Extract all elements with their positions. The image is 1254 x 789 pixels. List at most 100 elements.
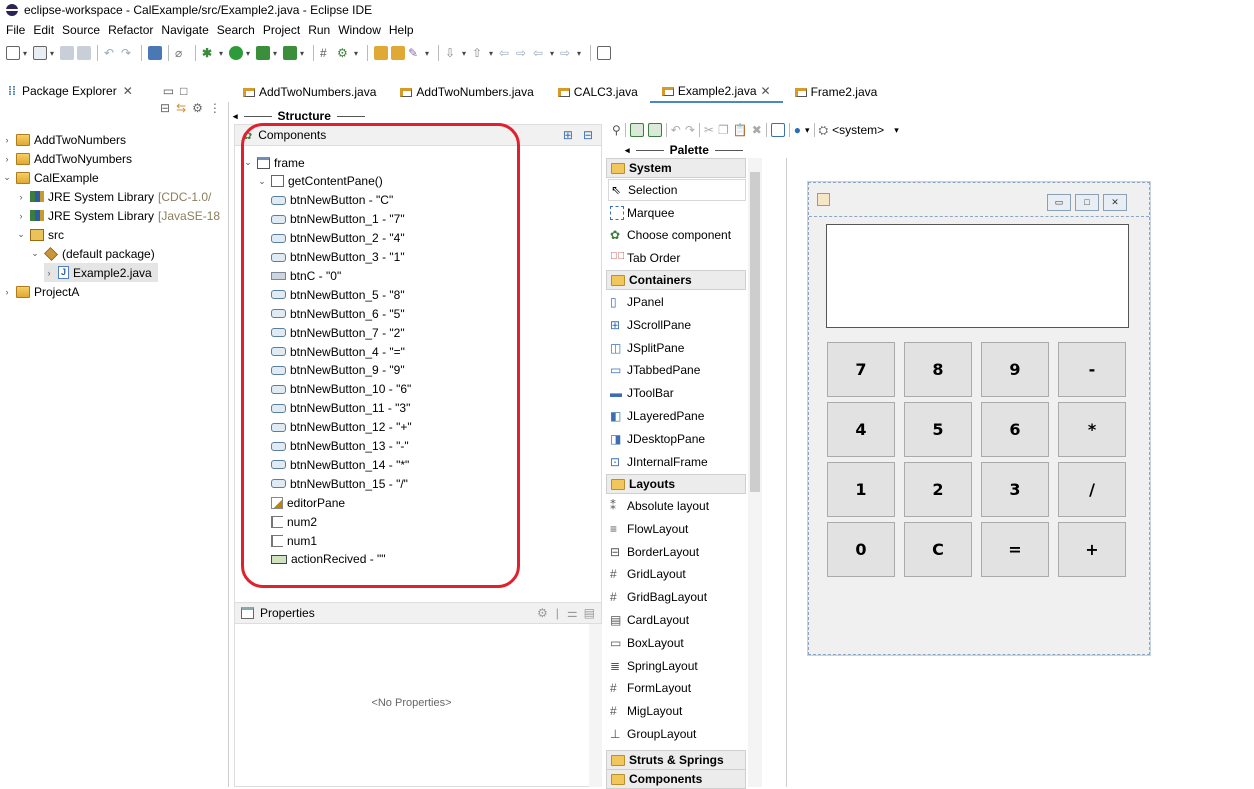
- calculator-key[interactable]: 0: [827, 522, 895, 577]
- calculator-key[interactable]: 5: [904, 402, 972, 457]
- tab-frame2[interactable]: Frame2.java: [783, 81, 890, 103]
- tree-item-jre-javase[interactable]: › JRE System Library [JavaSE-18: [16, 206, 221, 225]
- calculator-key[interactable]: *: [1058, 402, 1126, 457]
- menu-run[interactable]: Run: [304, 23, 334, 37]
- menu-window[interactable]: Window: [334, 23, 385, 37]
- palette-item-selection[interactable]: ⇖ Selection: [608, 179, 746, 201]
- chevron-down-icon[interactable]: ▾: [273, 49, 280, 57]
- tree-item-addtwonyumbers[interactable]: › AddTwoNyumbers: [2, 149, 133, 168]
- tree-item-jre-cdc[interactable]: › JRE System Library [CDC-1.0/: [16, 187, 212, 206]
- calculator-key[interactable]: 1: [827, 462, 895, 517]
- maximize-icon[interactable]: □: [180, 84, 187, 98]
- tab-addtwonumbers-2[interactable]: AddTwoNumbers.java: [388, 81, 545, 103]
- palette-scroll-thumb[interactable]: [750, 172, 760, 492]
- cut-icon[interactable]: ✂: [704, 123, 714, 137]
- menu-navigate[interactable]: Navigate: [157, 23, 212, 37]
- palette-item-marquee[interactable]: Marquee: [610, 202, 674, 224]
- palette-category-system[interactable]: System: [606, 158, 746, 178]
- minimize-icon[interactable]: ▭: [1047, 194, 1071, 211]
- calculator-key[interactable]: 4: [827, 402, 895, 457]
- calculator-key[interactable]: 3: [981, 462, 1049, 517]
- undo-arrow-icon[interactable]: ↶: [104, 46, 118, 60]
- calculator-key[interactable]: 2: [904, 462, 972, 517]
- palette-item-container[interactable]: ◧ JLayeredPane: [610, 405, 704, 427]
- chevron-down-icon[interactable]: ▾: [894, 125, 899, 136]
- tab-calc3[interactable]: CALC3.java: [546, 81, 650, 103]
- grid-icon[interactable]: #: [320, 46, 334, 60]
- view-menu-icon[interactable]: ⋮: [209, 101, 221, 115]
- palette-item-tab-order[interactable]: ⋮⃞ Tab Order: [610, 247, 680, 269]
- palette-item-layout[interactable]: ⁑ Absolute layout: [610, 495, 709, 517]
- palette-item-layout[interactable]: # FormLayout: [610, 677, 691, 699]
- calculator-key[interactable]: -: [1058, 342, 1126, 397]
- externalize-strings-icon[interactable]: [770, 123, 785, 137]
- calculator-key[interactable]: 7: [827, 342, 895, 397]
- chevron-down-icon[interactable]: ▾: [50, 49, 57, 57]
- coverage-icon[interactable]: [256, 46, 270, 60]
- palette-item-layout[interactable]: # MigLayout: [610, 700, 682, 722]
- palette-item-container[interactable]: ◨ JDesktopPane: [610, 428, 705, 450]
- prev-annotation-icon[interactable]: ⇧: [472, 46, 486, 60]
- chevron-down-icon[interactable]: ▾: [462, 49, 469, 57]
- palette-category-struts[interactable]: Struts & Springs: [606, 750, 746, 770]
- calculator-key[interactable]: /: [1058, 462, 1126, 517]
- close-icon[interactable]: ✕: [761, 84, 771, 98]
- palette-item-container[interactable]: ◫ JSplitPane: [610, 337, 684, 359]
- chevron-right-icon[interactable]: ›: [16, 211, 26, 221]
- chevron-down-icon[interactable]: ▾: [246, 49, 253, 57]
- minimize-icon[interactable]: ▭: [163, 84, 174, 98]
- open-perspective-icon[interactable]: [597, 46, 611, 60]
- collapse-all-icon[interactable]: ⊟: [160, 101, 170, 115]
- palette-item-layout[interactable]: ⊟ BorderLayout: [610, 541, 699, 563]
- globe-icon[interactable]: ●: [794, 123, 801, 137]
- tab-addtwonumbers-1[interactable]: AddTwoNumbers.java: [231, 81, 388, 103]
- menu-file[interactable]: File: [2, 23, 29, 37]
- redo-arrow-icon[interactable]: ↷: [121, 46, 135, 60]
- show-advanced-icon[interactable]: ⚌: [567, 606, 578, 620]
- expand-all-icon[interactable]: ⊞: [563, 128, 573, 142]
- palette-item-container[interactable]: ▭ JTabbedPane: [610, 359, 700, 381]
- link-with-editor-icon[interactable]: ⇆: [176, 101, 186, 115]
- filter-icon[interactable]: ⚙: [192, 101, 203, 115]
- chevron-down-icon[interactable]: ▾: [550, 49, 557, 57]
- tree-item-calexample[interactable]: ⌄ CalExample: [2, 168, 98, 187]
- collapse-left-icon[interactable]: ◂: [625, 145, 630, 156]
- calculator-display[interactable]: [826, 224, 1129, 328]
- paste-icon[interactable]: 📋: [733, 123, 748, 137]
- chevron-right-icon[interactable]: ›: [2, 135, 12, 145]
- maximize-icon[interactable]: □: [1075, 194, 1099, 211]
- palette-category-layouts[interactable]: Layouts: [606, 474, 746, 494]
- pen-icon[interactable]: ✎: [408, 46, 422, 60]
- calculator-key[interactable]: C: [904, 522, 972, 577]
- show-events-icon[interactable]: ⚙: [537, 606, 548, 620]
- new-icon[interactable]: [6, 46, 20, 60]
- palette-category-components[interactable]: Components: [606, 769, 746, 789]
- menu-source[interactable]: Source: [58, 23, 104, 37]
- chevron-right-icon[interactable]: ›: [2, 154, 12, 164]
- menu-search[interactable]: Search: [213, 23, 259, 37]
- undo-icon[interactable]: ↶: [671, 123, 681, 137]
- palette-item-layout[interactable]: ▭ BoxLayout: [610, 632, 684, 654]
- calculator-key[interactable]: 8: [904, 342, 972, 397]
- terminal-icon[interactable]: [148, 46, 162, 60]
- gear-icon[interactable]: ⚙: [337, 46, 351, 60]
- package-explorer-tab[interactable]: Package Explorer: [22, 84, 117, 98]
- menu-project[interactable]: Project: [259, 23, 304, 37]
- back-forward-icon[interactable]: ⇨: [516, 46, 530, 60]
- chevron-down-icon[interactable]: ▾: [23, 49, 30, 57]
- redo-icon[interactable]: ↷: [685, 123, 695, 137]
- chevron-right-icon[interactable]: ›: [2, 287, 12, 297]
- tree-item-projecta[interactable]: › ProjectA: [2, 282, 80, 301]
- palette-item-container[interactable]: ⊞ JScrollPane: [610, 314, 691, 336]
- test-gui-icon[interactable]: ⚲: [612, 123, 621, 137]
- palette-item-layout[interactable]: # GridLayout: [610, 563, 686, 585]
- calculator-key[interactable]: =: [981, 522, 1049, 577]
- collapse-all-icon[interactable]: ⊟: [583, 128, 593, 142]
- palette-item-choose-component[interactable]: ✿ Choose component: [610, 224, 731, 246]
- chevron-down-icon[interactable]: ▾: [300, 49, 307, 57]
- last-edit-icon[interactable]: ⇦: [499, 46, 513, 60]
- save-all-icon[interactable]: [77, 46, 91, 60]
- menu-help[interactable]: Help: [385, 23, 418, 37]
- chevron-down-icon[interactable]: ▾: [219, 49, 226, 57]
- palette-category-containers[interactable]: Containers: [606, 270, 746, 290]
